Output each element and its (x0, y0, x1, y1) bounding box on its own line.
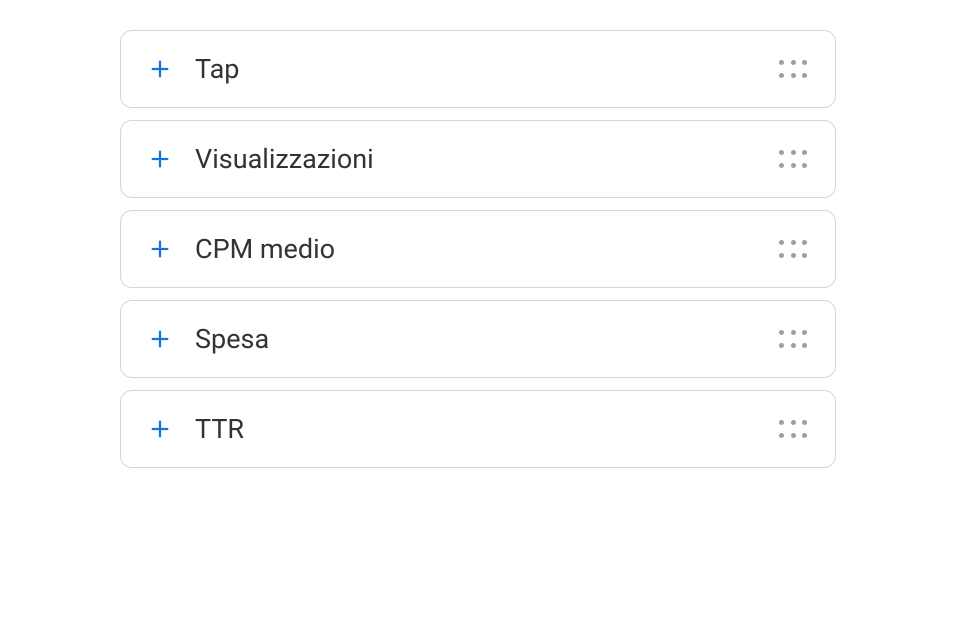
metric-label: Tap (195, 53, 779, 85)
drag-handle-icon[interactable] (779, 330, 807, 348)
plus-icon[interactable] (149, 418, 171, 440)
plus-icon[interactable] (149, 148, 171, 170)
plus-icon[interactable] (149, 328, 171, 350)
metric-list: Tap Visualizzazioni CPM medio (120, 30, 836, 468)
drag-handle-icon[interactable] (779, 420, 807, 438)
plus-icon[interactable] (149, 58, 171, 80)
metric-item-cpm-medio[interactable]: CPM medio (120, 210, 836, 288)
metric-item-visualizzazioni[interactable]: Visualizzazioni (120, 120, 836, 198)
drag-handle-icon[interactable] (779, 150, 807, 168)
drag-handle-icon[interactable] (779, 60, 807, 78)
metric-label: CPM medio (195, 233, 779, 265)
metric-item-tap[interactable]: Tap (120, 30, 836, 108)
metric-item-spesa[interactable]: Spesa (120, 300, 836, 378)
drag-handle-icon[interactable] (779, 240, 807, 258)
metric-item-ttr[interactable]: TTR (120, 390, 836, 468)
plus-icon[interactable] (149, 238, 171, 260)
metric-label: Visualizzazioni (195, 143, 779, 175)
metric-label: Spesa (195, 323, 779, 355)
metric-label: TTR (195, 413, 779, 445)
